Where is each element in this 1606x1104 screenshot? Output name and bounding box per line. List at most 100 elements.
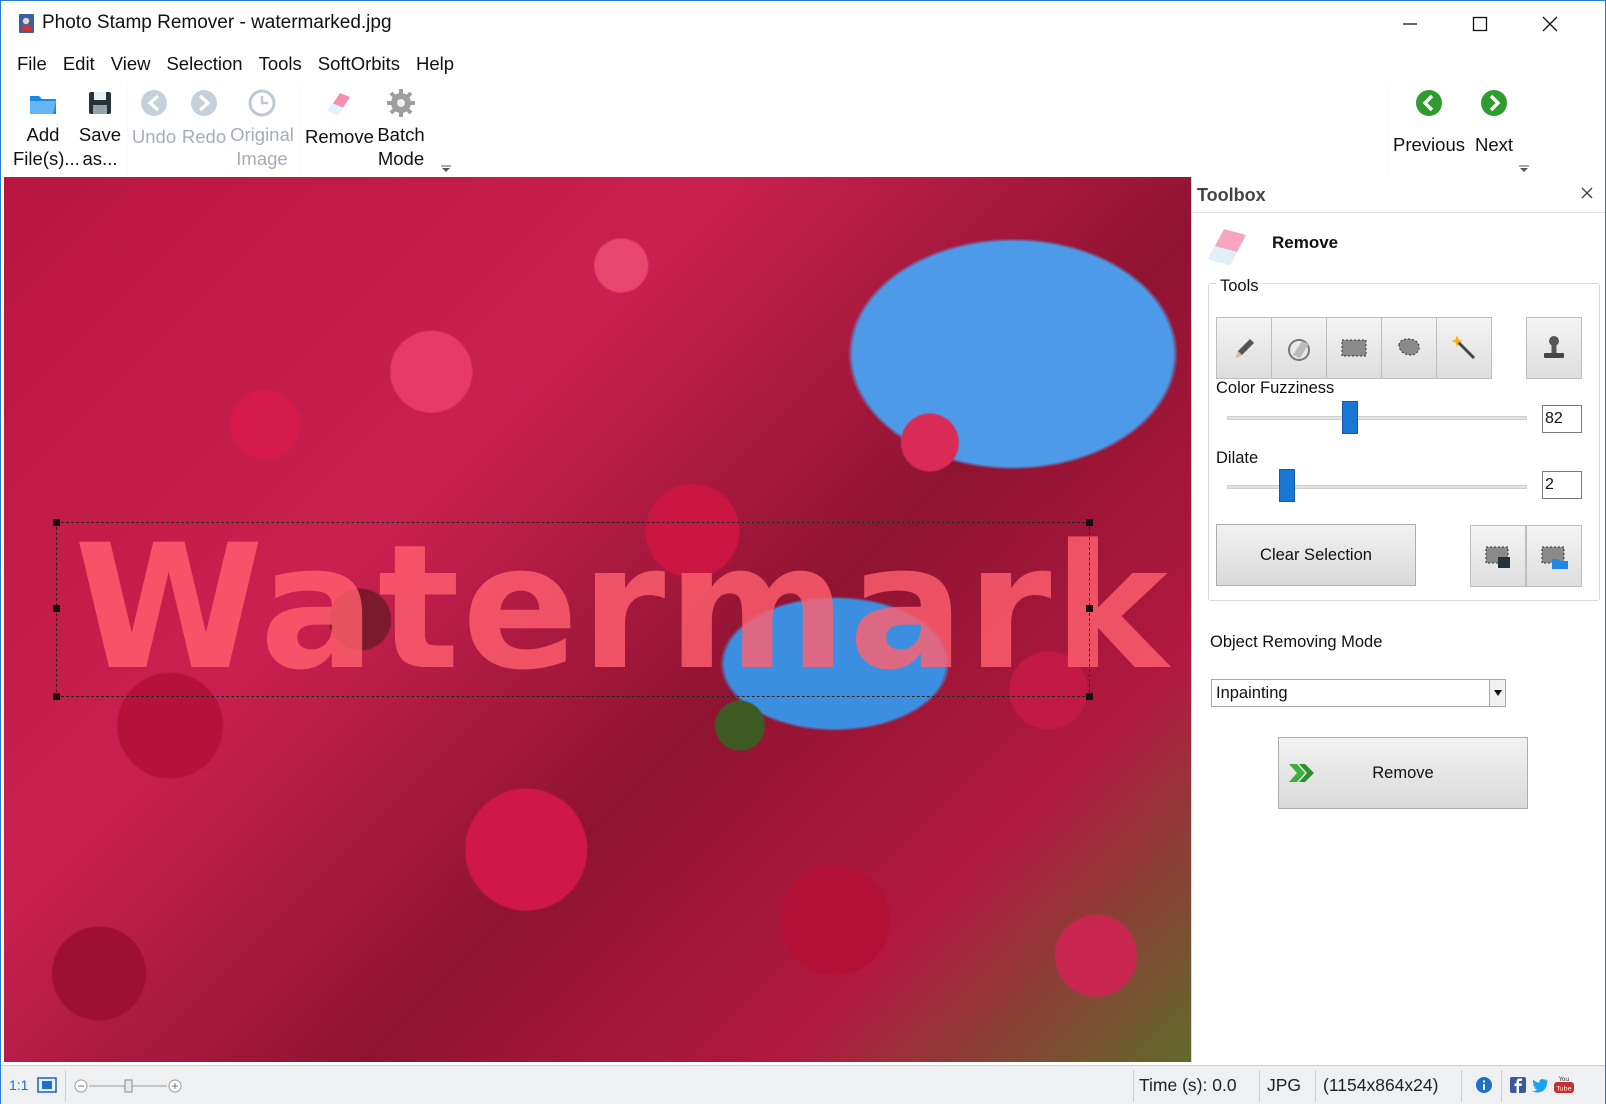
arrow-left-green-icon	[1416, 90, 1442, 116]
selection-handle[interactable]	[53, 605, 60, 612]
add-files-label-2: File(s)...	[13, 148, 80, 169]
toolbar: Add File(s)... Save as... Undo Redo Orig…	[1, 81, 1605, 177]
status-separator	[1461, 1070, 1462, 1102]
selection-handle[interactable]	[53, 519, 60, 526]
menu-selection[interactable]: Selection	[158, 49, 250, 79]
tools-label: Tools	[1216, 277, 1263, 296]
clock-history-icon	[248, 89, 276, 117]
youtube-icon[interactable]: You Tube	[1553, 1076, 1575, 1094]
info-icon[interactable]	[1475, 1076, 1493, 1094]
eraser-brush-icon	[1288, 339, 1310, 361]
toolbox-header: Toolbox	[1192, 177, 1605, 213]
color-fuzziness-label: Color Fuzziness	[1216, 379, 1335, 397]
status-separator	[1133, 1070, 1134, 1102]
magic-wand-icon	[1451, 335, 1476, 360]
toolbar-separator	[299, 83, 300, 175]
zoom-slider[interactable]	[73, 1076, 183, 1096]
chevron-down-icon	[1493, 690, 1502, 696]
minimize-button[interactable]	[1375, 1, 1445, 47]
menu-softorbits[interactable]: SoftOrbits	[310, 49, 408, 79]
toolbox-close-icon[interactable]	[1579, 185, 1595, 201]
undo-label: Undo	[131, 126, 177, 147]
next-button[interactable]: Next	[1469, 85, 1519, 157]
lasso-tool-button[interactable]	[1381, 317, 1437, 379]
menu-edit[interactable]: Edit	[55, 49, 103, 79]
save-as-button[interactable]: Save as...	[77, 85, 123, 171]
stamp-icon	[1544, 336, 1564, 358]
redo-button[interactable]: Redo	[181, 85, 227, 149]
processing-time: Time (s): 0.0	[1139, 1075, 1237, 1095]
toolbox-title: Toolbox	[1197, 185, 1266, 205]
image-format: JPG	[1267, 1075, 1302, 1095]
dilate-label: Dilate	[1216, 449, 1259, 467]
previous-button[interactable]: Previous	[1389, 85, 1469, 157]
svg-text:Tube: Tube	[1555, 1085, 1571, 1093]
eraser-tool-button[interactable]	[1271, 317, 1327, 379]
close-icon	[1542, 16, 1558, 32]
menu-tools[interactable]: Tools	[251, 49, 310, 79]
image-dimensions: (1154x864x24)	[1323, 1075, 1439, 1095]
maximize-icon	[1472, 16, 1488, 32]
toolbar-overflow-icon[interactable]	[441, 165, 451, 173]
magic-wand-tool-button[interactable]	[1436, 317, 1492, 379]
selection-handle[interactable]	[1086, 605, 1093, 612]
status-bar: 1:1 Time (s): 0.0 JPG (1154x864x24) You …	[1, 1065, 1605, 1104]
twitter-icon[interactable]	[1531, 1076, 1549, 1094]
app-logo-icon	[19, 14, 34, 33]
color-fuzziness-slider-thumb[interactable]	[1342, 401, 1358, 434]
stamp-tool-button[interactable]	[1526, 317, 1582, 379]
close-button[interactable]	[1515, 1, 1585, 47]
load-selection-button[interactable]	[1526, 525, 1582, 587]
minimize-icon	[1403, 23, 1417, 25]
save-as-label-1: Save	[78, 124, 122, 145]
mode-select-value: Inpainting	[1216, 684, 1288, 702]
select-arrow[interactable]	[1489, 680, 1505, 706]
menu-file[interactable]: File	[9, 49, 55, 79]
selection-rectangle[interactable]	[53, 519, 1093, 700]
batch-mode-button[interactable]: Batch Mode	[373, 85, 429, 171]
remove-button[interactable]: Remove	[1278, 737, 1528, 809]
pencil-tool-button[interactable]	[1216, 317, 1272, 379]
fit-screen-icon[interactable]	[36, 1076, 58, 1094]
app-window: Photo Stamp Remover - watermarked.jpg Fi…	[0, 0, 1606, 1104]
save-selection-icon	[1485, 546, 1510, 568]
menu-help[interactable]: Help	[408, 49, 462, 79]
menu-view[interactable]: View	[103, 49, 159, 79]
rect-select-tool-button[interactable]	[1326, 317, 1382, 379]
original-image-label-1: Original	[230, 124, 294, 145]
menu-bar: File Edit View Selection Tools SoftOrbit…	[9, 49, 462, 79]
save-selection-button[interactable]	[1470, 525, 1526, 587]
maximize-button[interactable]	[1445, 1, 1515, 47]
toolbar-overflow-icon[interactable]	[1519, 165, 1529, 173]
color-fuzziness-slider[interactable]	[1227, 416, 1527, 420]
pencil-icon	[1236, 339, 1254, 358]
add-files-label-1: Add	[26, 124, 60, 145]
remove-toolbar-button[interactable]: Remove	[305, 85, 374, 149]
clear-selection-button[interactable]: Clear Selection	[1216, 524, 1416, 586]
load-selection-icon	[1541, 546, 1568, 569]
previous-label: Previous	[1393, 134, 1465, 155]
image-canvas[interactable]: Watermark	[4, 177, 1191, 1062]
status-separator	[1501, 1070, 1502, 1102]
selection-handle[interactable]	[53, 693, 60, 700]
undo-button[interactable]: Undo	[131, 85, 177, 149]
color-fuzziness-input[interactable]: 82	[1542, 405, 1582, 433]
object-removing-mode-select[interactable]: Inpainting	[1211, 679, 1506, 707]
status-separator	[1315, 1070, 1316, 1102]
dilate-input[interactable]: 2	[1542, 471, 1582, 499]
window-title: Photo Stamp Remover - watermarked.jpg	[42, 12, 392, 33]
zoom-1to1-button[interactable]: 1:1	[9, 1077, 28, 1093]
section-title: Remove	[1272, 233, 1339, 252]
selection-handle[interactable]	[1086, 519, 1093, 526]
toolbar-separator	[1387, 83, 1388, 175]
add-files-button[interactable]: Add File(s)...	[13, 85, 80, 171]
green-arrow-icon	[1289, 764, 1314, 782]
toolbox-panel: Toolbox Remove Tools Color Fuzziness 82 …	[1191, 177, 1605, 1062]
facebook-icon[interactable]	[1509, 1076, 1527, 1094]
original-image-label-2: Image	[236, 148, 288, 169]
original-image-button[interactable]: Original Image	[229, 85, 295, 171]
undo-arrow-icon	[141, 90, 167, 116]
dilate-slider-thumb[interactable]	[1279, 469, 1295, 502]
selection-handle[interactable]	[1086, 693, 1093, 700]
dilate-slider[interactable]	[1227, 485, 1527, 489]
